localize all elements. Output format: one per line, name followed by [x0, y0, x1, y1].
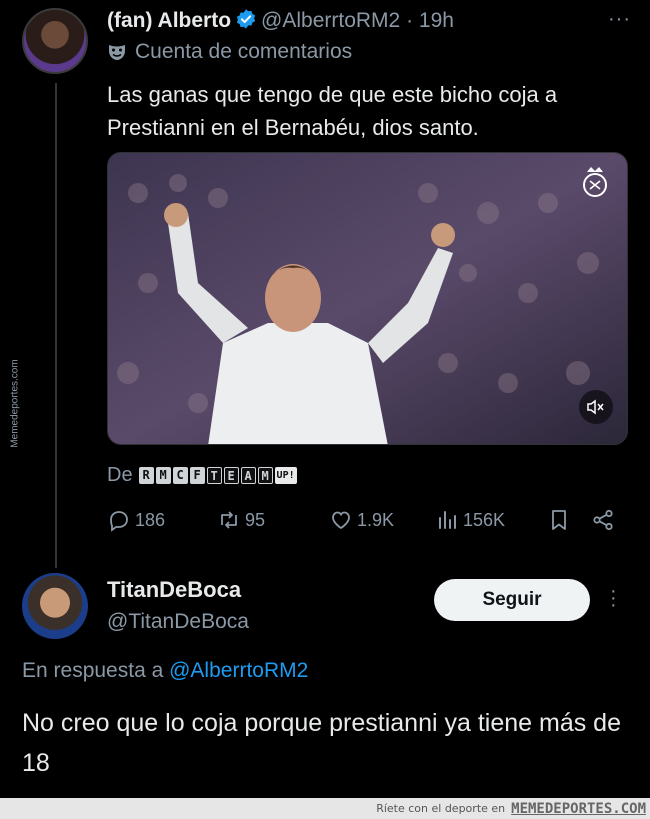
reply-count: 186	[135, 509, 166, 530]
follow-button[interactable]: Seguir	[434, 579, 590, 621]
more-options-vertical-icon[interactable]: · · ·	[610, 581, 617, 615]
reply-context: En respuesta a @AlberrtoRM2	[22, 659, 308, 683]
thread-connector-line	[55, 83, 57, 568]
views-button[interactable]: 156K	[435, 508, 505, 532]
source-account-logo: R M C F T E A M UP!	[138, 467, 297, 484]
source-tile: C	[172, 467, 188, 484]
avatar[interactable]	[22, 8, 88, 74]
tweet-text: Las ganas que tengo de que este bicho co…	[107, 82, 558, 140]
source-tile: R	[138, 467, 154, 484]
author-name[interactable]: (fan) Alberto	[107, 9, 231, 32]
share-icon	[593, 509, 613, 531]
reply-author-name[interactable]: TitanDeBoca	[107, 576, 249, 604]
tweet-video[interactable]	[107, 152, 628, 445]
heart-icon	[332, 511, 350, 530]
more-options-icon[interactable]: ···	[608, 8, 631, 31]
source-tile: M	[257, 467, 273, 484]
commentary-label-text: Cuenta de comentarios	[135, 40, 353, 63]
source-tile: UP!	[274, 467, 297, 484]
retweet-button[interactable]: 95	[217, 508, 265, 532]
footer-brand: MEMEDEPORTES.COM	[511, 800, 646, 817]
avatar[interactable]	[22, 573, 88, 639]
tweet-header: (fan) Alberto @AlberrtoRM2 · 19h	[107, 8, 454, 37]
tweet-time[interactable]: 19h	[419, 9, 454, 32]
reply-button[interactable]: 186	[107, 508, 165, 532]
like-button[interactable]: 1.9K	[329, 508, 394, 532]
mute-button[interactable]	[579, 390, 613, 424]
source-tile: M	[155, 467, 171, 484]
source-tile: A	[240, 467, 256, 484]
theater-mask-icon	[109, 45, 125, 60]
reply-icon	[110, 511, 128, 532]
side-watermark-text: Memedeportes.com	[9, 359, 21, 448]
bookmark-icon	[552, 510, 566, 530]
real-madrid-crest-icon	[583, 167, 607, 197]
retweet-icon	[221, 511, 237, 529]
footer-watermark-bar: Ríete con el deporte en MEMEDEPORTES.COM	[0, 798, 650, 819]
author-handle[interactable]: @AlberrtoRM2	[261, 9, 400, 32]
source-tile: T	[206, 467, 222, 484]
footer-tagline: Ríete con el deporte en	[376, 802, 506, 815]
share-button[interactable]	[591, 508, 615, 532]
views-chart-icon	[439, 511, 456, 529]
commentary-account-label: Cuenta de comentarios	[107, 40, 352, 64]
reply-prefix: En respuesta a	[22, 659, 164, 682]
video-frame	[108, 153, 627, 444]
side-watermark: Memedeportes.com	[5, 350, 23, 465]
reply-mention-link[interactable]: @AlberrtoRM2	[169, 659, 308, 682]
video-source-attribution[interactable]: De R M C F T E A M UP!	[107, 464, 297, 487]
bookmark-button[interactable]	[547, 508, 571, 532]
retweet-count: 95	[245, 509, 266, 530]
tweet-action-bar: 186 95 1.9K 156K	[107, 508, 617, 538]
verified-badge-icon	[235, 8, 257, 37]
reply-text: No creo que lo coja porque prestianni ya…	[22, 709, 621, 777]
reply-author-handle[interactable]: @TitanDeBoca	[107, 608, 249, 636]
source-tile: F	[189, 467, 205, 484]
like-count: 1.9K	[357, 509, 395, 530]
views-count: 156K	[463, 509, 506, 530]
reply-author-header: TitanDeBoca @TitanDeBoca	[107, 576, 249, 636]
speaker-muted-icon	[587, 399, 604, 415]
source-tile: E	[223, 467, 239, 484]
separator-dot: ·	[400, 9, 419, 32]
source-prefix: De	[107, 464, 133, 486]
